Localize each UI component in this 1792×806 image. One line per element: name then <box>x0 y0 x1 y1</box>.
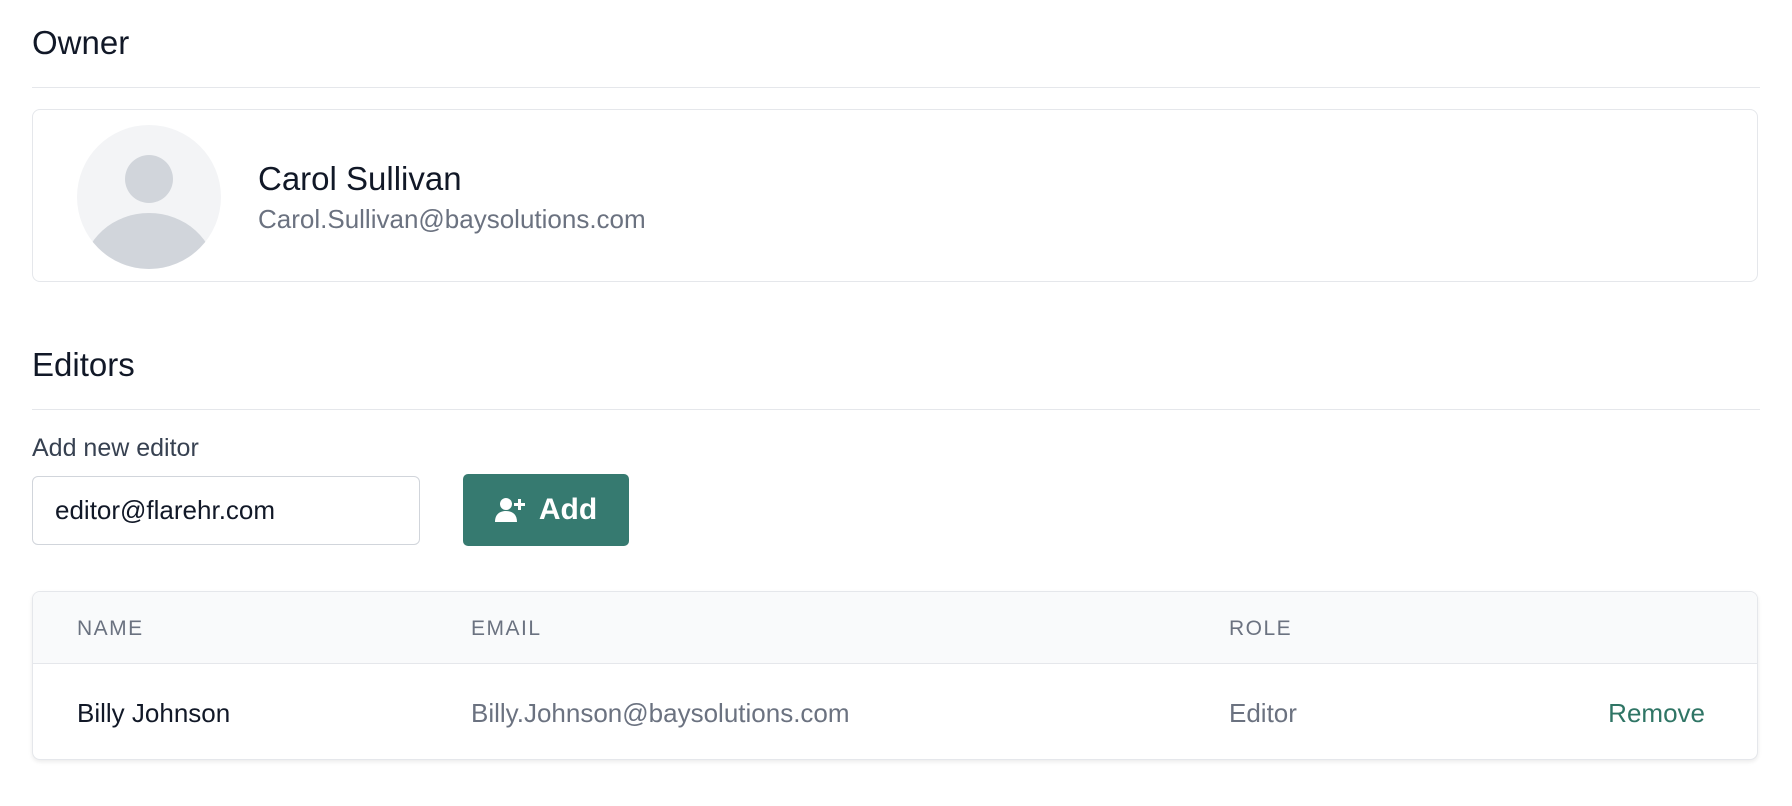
column-header-email: EMAIL <box>471 617 542 640</box>
owner-divider <box>32 87 1760 88</box>
owner-email: Carol.Sullivan@baysolutions.com <box>258 204 646 234</box>
column-header-role: ROLE <box>1229 617 1293 640</box>
add-button-label: Add <box>538 493 598 526</box>
add-editor-label: Add new editor <box>32 434 199 462</box>
table-row: Billy Johnson Billy.Johnson@baysolutions… <box>33 664 1757 759</box>
owner-name: Carol Sullivan <box>258 160 462 197</box>
avatar <box>77 125 221 269</box>
owner-section-title: Owner <box>32 24 130 61</box>
editors-section-title: Editors <box>32 346 135 383</box>
column-header-name: NAME <box>77 617 144 640</box>
editor-name: Billy Johnson <box>77 698 231 728</box>
table-header: NAME EMAIL ROLE <box>33 592 1757 664</box>
user-plus-icon <box>494 496 525 524</box>
editor-email-input[interactable] <box>32 476 420 545</box>
editor-role: Editor <box>1229 698 1297 728</box>
user-placeholder-icon <box>83 155 215 269</box>
owner-card: Carol Sullivan Carol.Sullivan@baysolutio… <box>32 109 1758 282</box>
add-editor-button[interactable]: Add <box>463 474 629 546</box>
remove-editor-link[interactable]: Remove <box>1608 700 1705 726</box>
editors-divider <box>32 409 1760 410</box>
editor-email: Billy.Johnson@baysolutions.com <box>471 698 850 728</box>
editors-table: NAME EMAIL ROLE Billy Johnson Billy.John… <box>32 591 1758 760</box>
